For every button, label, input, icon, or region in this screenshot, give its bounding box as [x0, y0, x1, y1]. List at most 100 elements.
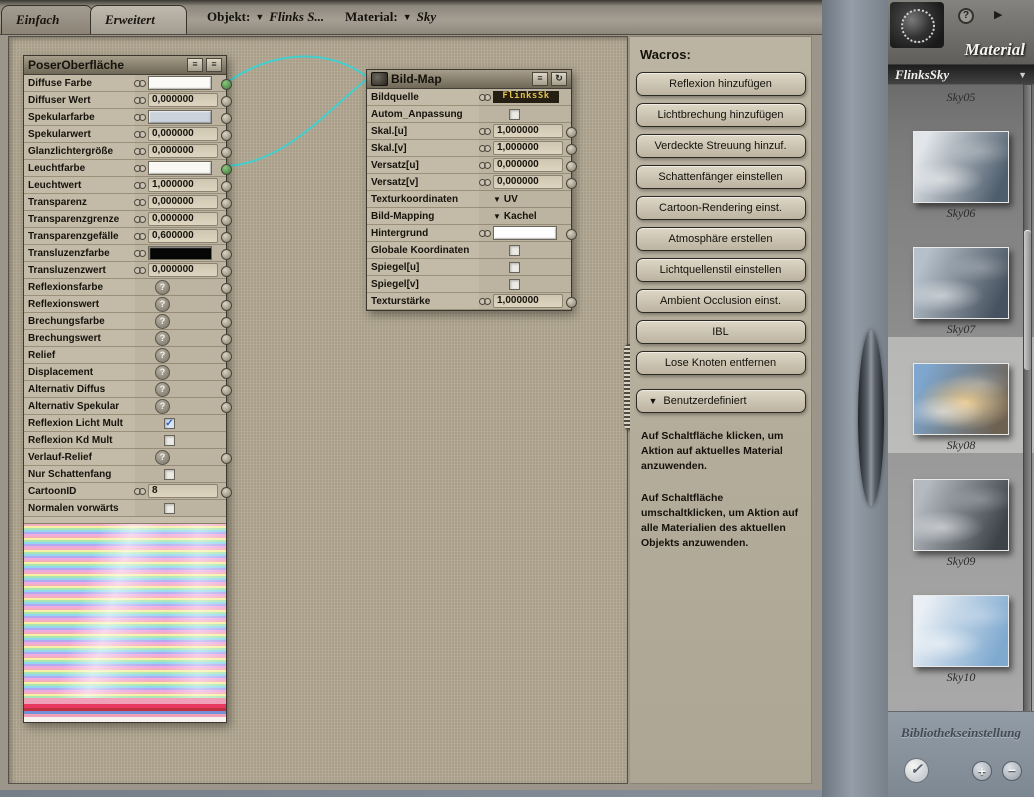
color-swatch[interactable] — [148, 76, 212, 90]
dropdown[interactable]: ▼ UV — [493, 194, 518, 205]
node-input-icon[interactable] — [371, 72, 388, 86]
library-thumbnail[interactable] — [913, 479, 1009, 551]
node-menu-icon[interactable]: ≡ — [187, 58, 203, 72]
link-icon[interactable] — [134, 215, 146, 223]
output-plug[interactable] — [566, 161, 577, 172]
ibl-button[interactable]: IBL — [635, 320, 806, 344]
question-icon[interactable]: ? — [155, 381, 170, 397]
tab-einfach[interactable]: Einfach — [1, 5, 93, 34]
link-icon[interactable] — [134, 232, 146, 240]
output-plug[interactable] — [221, 487, 232, 498]
scrollbar-thumb[interactable] — [1024, 230, 1031, 370]
output-plug[interactable] — [221, 181, 232, 192]
add-button[interactable]: + — [972, 761, 992, 781]
node-title-bar[interactable]: PoserOberfläche ≡ ≡ — [24, 56, 226, 75]
value-field[interactable]: 0,000000 — [148, 263, 218, 277]
question-icon[interactable]: ? — [155, 449, 170, 465]
link-icon[interactable] — [479, 297, 491, 305]
link-icon[interactable] — [134, 487, 146, 495]
color-swatch[interactable] — [148, 246, 212, 260]
checkbox[interactable] — [164, 468, 175, 480]
library-item-sky08[interactable]: Sky08 — [888, 337, 1034, 453]
output-plug[interactable] — [221, 96, 232, 107]
output-plug[interactable] — [221, 385, 232, 396]
node-refresh-icon[interactable]: ↻ — [551, 72, 567, 86]
link-icon[interactable] — [134, 130, 146, 138]
output-plug[interactable] — [221, 283, 232, 294]
object-selector[interactable]: Objekt: ▼ Flinks S... — [207, 9, 324, 25]
library-thumbnail[interactable] — [913, 363, 1009, 435]
link-icon[interactable] — [479, 144, 491, 152]
library-scrollbar[interactable] — [1023, 84, 1032, 712]
library-item-sky06[interactable]: Sky06 — [888, 105, 1034, 221]
link-icon[interactable] — [134, 96, 146, 104]
color-swatch[interactable] — [148, 110, 212, 124]
output-plug[interactable] — [221, 368, 232, 379]
question-icon[interactable]: ? — [155, 347, 170, 363]
link-icon[interactable] — [479, 229, 491, 237]
output-plug[interactable] — [221, 249, 232, 260]
library-item-sky09[interactable]: Sky09 — [888, 453, 1034, 569]
link-icon[interactable] — [134, 79, 146, 87]
value-field[interactable]: 0,000000 — [493, 158, 563, 172]
node-title-bar[interactable]: Bild-Map ≡ ↻ — [367, 70, 571, 89]
checkbox[interactable] — [164, 502, 175, 514]
output-plug[interactable] — [566, 297, 577, 308]
library-collapse-handle[interactable] — [858, 330, 884, 506]
output-plug[interactable] — [566, 144, 577, 155]
lose-knoten-entfernen-button[interactable]: Lose Knoten entfernen — [635, 351, 806, 375]
shader-canvas[interactable]: PoserOberfläche ≡ ≡ Diffuse Farbe Diffuse… — [8, 36, 628, 784]
value-field[interactable]: 1,000000 — [493, 294, 563, 308]
library-item-partial[interactable] — [888, 685, 1034, 712]
question-icon[interactable]: ? — [155, 398, 170, 414]
link-icon[interactable] — [134, 198, 146, 206]
node-menu-icon[interactable]: ≡ — [532, 72, 548, 86]
question-icon[interactable]: ? — [155, 330, 170, 346]
output-plug[interactable] — [221, 317, 232, 328]
library-thumbnail[interactable] — [913, 131, 1009, 203]
checkbox[interactable]: ✓ — [164, 417, 175, 429]
lichtbrechung-hinzuf-gen-button[interactable]: Lichtbrechung hinzufügen — [635, 103, 806, 127]
output-plug[interactable] — [221, 164, 232, 175]
value-field[interactable]: 0,000000 — [148, 144, 218, 158]
benutzerdefiniert-button[interactable]: ▼ Benutzerdefiniert — [635, 389, 806, 413]
question-icon[interactable]: ? — [155, 364, 170, 380]
cartoon-rendering-einst-button[interactable]: Cartoon-Rendering einst. — [635, 196, 806, 220]
output-plug[interactable] — [566, 229, 577, 240]
remove-button[interactable]: − — [1002, 761, 1022, 781]
dropdown[interactable]: ▼ Kachel — [493, 211, 537, 222]
help-icon[interactable]: ? — [958, 8, 974, 24]
link-icon[interactable] — [479, 161, 491, 169]
output-plug[interactable] — [221, 300, 232, 311]
link-icon[interactable] — [479, 127, 491, 135]
checkbox[interactable] — [509, 278, 520, 290]
output-plug[interactable] — [221, 198, 232, 209]
texture-name-field[interactable]: FlinksSk — [493, 91, 559, 103]
flyout-arrow-icon[interactable]: ▶ — [994, 8, 1002, 21]
atmosph-re-erstellen-button[interactable]: Atmosphäre erstellen — [635, 227, 806, 251]
node-options-icon[interactable]: ≡ — [206, 58, 222, 72]
output-plug[interactable] — [221, 147, 232, 158]
tab-erweitert[interactable]: Erweitert — [90, 5, 187, 34]
output-plug[interactable] — [221, 232, 232, 243]
library-item-sky05[interactable]: Sky05 — [888, 84, 1034, 105]
ambient-occlusion-einst-button[interactable]: Ambient Occlusion einst. — [635, 289, 806, 313]
output-plug[interactable] — [221, 130, 232, 141]
value-field[interactable]: 0,000000 — [148, 195, 218, 209]
color-swatch[interactable] — [148, 161, 212, 175]
question-icon[interactable]: ? — [155, 296, 170, 312]
apply-check-button[interactable]: ✓ — [904, 758, 929, 783]
value-field[interactable]: 1,000000 — [493, 124, 563, 138]
link-icon[interactable] — [134, 181, 146, 189]
output-plug[interactable] — [221, 351, 232, 362]
link-icon[interactable] — [134, 147, 146, 155]
output-plug[interactable] — [221, 334, 232, 345]
value-field[interactable]: 0,000000 — [148, 93, 218, 107]
reflexion-hinzuf-gen-button[interactable]: Reflexion hinzufügen — [635, 72, 806, 96]
checkbox[interactable] — [164, 434, 175, 446]
verdeckte-streuung-hinzuf-button[interactable]: Verdeckte Streuung hinzuf. — [635, 134, 806, 158]
value-field[interactable]: 0,000000 — [148, 212, 218, 226]
value-field[interactable]: 0,000000 — [148, 127, 218, 141]
output-plug[interactable] — [221, 402, 232, 413]
library-item-sky07[interactable]: Sky07 — [888, 221, 1034, 337]
